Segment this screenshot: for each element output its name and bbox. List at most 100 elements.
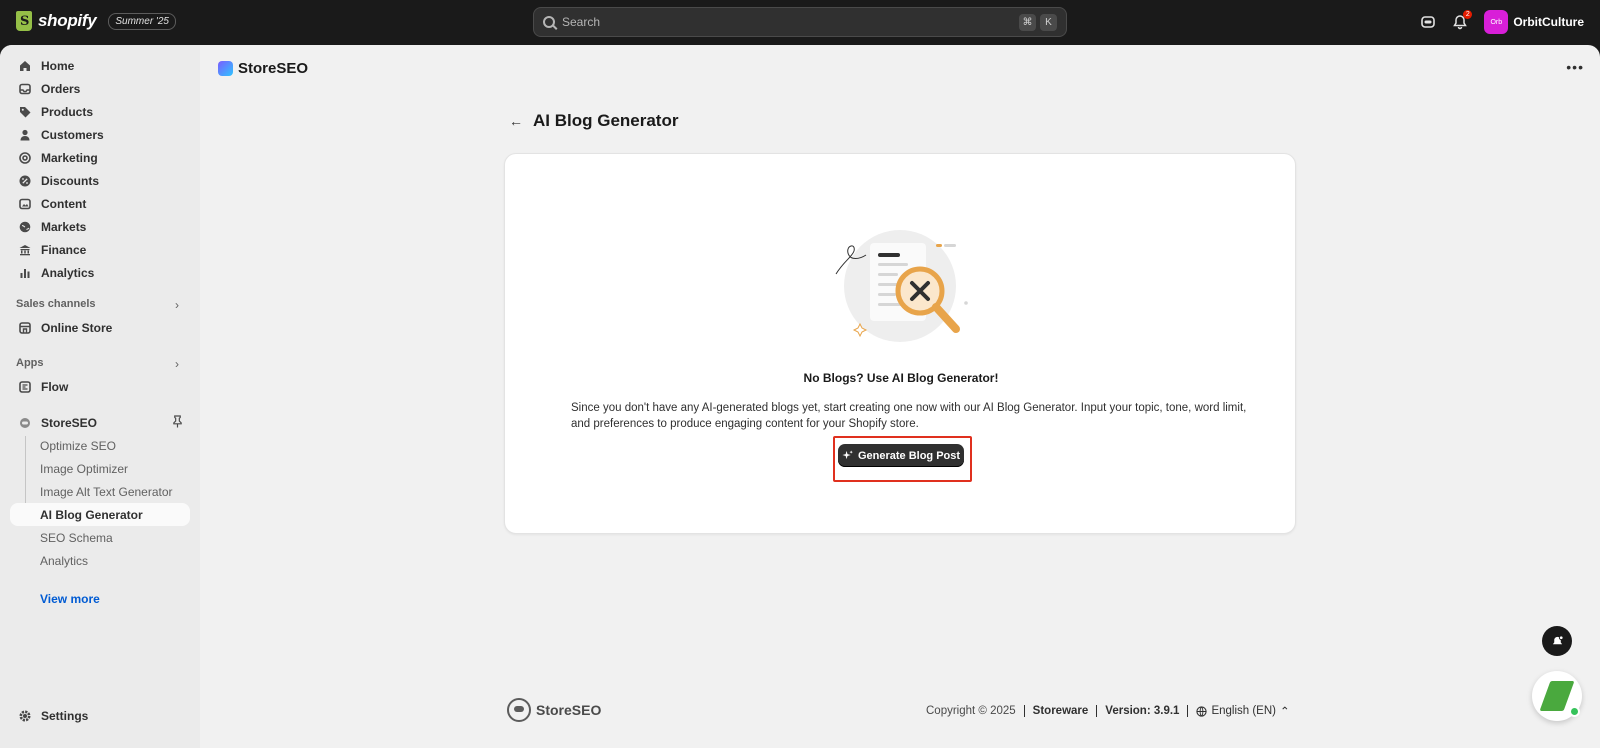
generate-button-label: Generate Blog Post bbox=[857, 449, 961, 462]
sidebar-item-label: Home bbox=[41, 58, 75, 73]
copyright-text: Copyright © 2025 bbox=[926, 705, 1016, 717]
sidebar-item-label: Finance bbox=[41, 242, 87, 257]
chevron-right-icon[interactable]: › bbox=[175, 298, 179, 312]
apps-heading[interactable]: Apps bbox=[16, 357, 44, 369]
sidebar-subitem-seo-schema[interactable]: SEO Schema bbox=[40, 531, 113, 545]
admin-frame: Home Orders Products Customers Marketing… bbox=[0, 45, 1600, 748]
pin-icon[interactable] bbox=[172, 415, 183, 431]
divider bbox=[1023, 705, 1025, 717]
sidebar-item-marketing[interactable]: Marketing bbox=[10, 146, 190, 169]
sidebar-item-products[interactable]: Products bbox=[10, 100, 190, 123]
chart-icon bbox=[20, 268, 30, 278]
sidebar-item-customers[interactable]: Customers bbox=[10, 123, 190, 146]
sidebar-item-orders[interactable]: Orders bbox=[10, 77, 190, 100]
sidebar: Home Orders Products Customers Marketing… bbox=[0, 45, 200, 748]
shopify-bag-icon bbox=[16, 11, 32, 31]
discount-icon bbox=[19, 175, 31, 186]
storeseo-logo-icon bbox=[218, 61, 233, 76]
no-results-illustration bbox=[835, 230, 968, 342]
store-name: OrbitCulture bbox=[1513, 15, 1584, 29]
sidebar-item-flow[interactable]: Flow bbox=[10, 375, 190, 398]
store-avatar: Orb bbox=[1484, 10, 1509, 34]
edition-badge[interactable]: Summer '25 bbox=[108, 12, 176, 30]
sidebar-item-online-store[interactable]: Online Store bbox=[10, 316, 190, 339]
chevron-right-icon[interactable]: › bbox=[175, 357, 179, 371]
generate-blog-post-button[interactable]: Generate Blog Post bbox=[838, 444, 964, 467]
shortcut-k-key: K bbox=[1040, 13, 1057, 31]
sidebar-item-label: Products bbox=[41, 104, 94, 119]
storeseo-app-icon bbox=[20, 417, 30, 428]
sidebar-item-discounts[interactable]: Discounts bbox=[10, 169, 190, 192]
notification-fab[interactable] bbox=[1542, 626, 1572, 656]
version-text: Version: 3.9.1 bbox=[1105, 705, 1180, 717]
sidebar-item-analytics[interactable]: Analytics bbox=[10, 261, 190, 284]
image-icon bbox=[19, 198, 31, 209]
top-right-actions: 2 Orb OrbitCulture bbox=[1420, 10, 1584, 34]
sidebar-subitem-optimize-seo[interactable]: Optimize SEO bbox=[40, 439, 116, 453]
page-title: AI Blog Generator bbox=[533, 111, 679, 130]
sidebar-item-label: StoreSEO bbox=[41, 415, 98, 430]
footer-storeseo-logo: StoreSEO bbox=[507, 698, 601, 722]
more-actions-icon[interactable]: ••• bbox=[1566, 59, 1584, 75]
tag-icon bbox=[20, 106, 31, 117]
top-bar: shopify Summer '25 Search ⌘ K 2 Orb Orbi… bbox=[0, 0, 1600, 45]
person-icon bbox=[20, 129, 30, 140]
empty-state-card: No Blogs? Use AI Blog Generator! Since y… bbox=[504, 153, 1296, 534]
online-status-dot bbox=[1569, 706, 1580, 717]
footer-logo-text: StoreSEO bbox=[536, 702, 602, 718]
view-more-link[interactable]: View more bbox=[40, 592, 100, 606]
sidebar-item-markets[interactable]: Markets bbox=[10, 215, 190, 238]
sales-channels-heading[interactable]: Sales channels bbox=[16, 298, 96, 310]
sidebar-item-label: Discounts bbox=[41, 173, 100, 188]
divider bbox=[1187, 705, 1189, 717]
chevron-up-icon: ⌃ bbox=[1280, 706, 1290, 718]
home-icon bbox=[20, 60, 30, 71]
chat-support-fab[interactable] bbox=[1532, 671, 1582, 721]
app-header: StoreSEO bbox=[218, 60, 308, 77]
sidebar-subitem-ai-blog-generator[interactable]: AI Blog Generator bbox=[10, 503, 190, 526]
bell-plus-icon bbox=[1552, 634, 1564, 644]
search-bar[interactable]: Search ⌘ K bbox=[533, 7, 1067, 37]
notification-count-badge: 2 bbox=[1463, 10, 1473, 19]
sidebar-item-label: Marketing bbox=[41, 150, 98, 165]
search-input[interactable]: Search bbox=[562, 15, 1015, 29]
sidebar-subitem-label: AI Blog Generator bbox=[40, 507, 143, 522]
store-menu[interactable]: Orb OrbitCulture bbox=[1484, 10, 1584, 34]
sidebar-item-label: Orders bbox=[41, 81, 81, 96]
divider bbox=[1096, 705, 1098, 717]
back-arrow-icon[interactable]: ← bbox=[509, 113, 523, 129]
sparkle-icon bbox=[842, 450, 853, 460]
sidebar-item-home[interactable]: Home bbox=[10, 54, 190, 77]
sidebar-item-label: Analytics bbox=[41, 265, 95, 280]
app-title: StoreSEO bbox=[238, 60, 309, 77]
shopify-logo[interactable]: shopify Summer '25 bbox=[16, 11, 176, 31]
sidebar-item-finance[interactable]: Finance bbox=[10, 238, 190, 261]
notifications-bell-icon[interactable]: 2 bbox=[1452, 10, 1473, 30]
gear-icon bbox=[19, 710, 31, 721]
sidebar-item-storeseo[interactable]: StoreSEO bbox=[10, 411, 190, 434]
storeseo-robot-icon bbox=[507, 698, 531, 722]
flow-icon bbox=[19, 380, 31, 393]
sidebar-subitem-image-alt-text-generator[interactable]: Image Alt Text Generator bbox=[40, 485, 173, 499]
empty-state-title: No Blogs? Use AI Blog Generator! bbox=[803, 371, 999, 385]
sidebar-item-label: Online Store bbox=[41, 320, 113, 335]
language-label: English (EN) bbox=[1211, 705, 1276, 717]
sidebar-item-label: Customers bbox=[41, 127, 104, 142]
brand-name: shopify bbox=[38, 11, 97, 30]
sidebar-item-label: Markets bbox=[41, 219, 87, 234]
sidebar-subitem-analytics[interactable]: Analytics bbox=[40, 554, 88, 568]
empty-state-description: Since you don't have any AI-generated bl… bbox=[571, 402, 1247, 430]
language-selector[interactable]: English (EN) ⌃ bbox=[1196, 704, 1290, 718]
target-icon bbox=[19, 151, 31, 164]
search-icon bbox=[543, 16, 555, 28]
sidebar-item-label: Flow bbox=[41, 379, 69, 394]
sidebar-item-settings[interactable]: Settings bbox=[10, 704, 190, 727]
sidebar-item-label: Settings bbox=[41, 708, 89, 723]
sidebar-subitem-image-optimizer[interactable]: Image Optimizer bbox=[40, 462, 128, 476]
company-link[interactable]: Storeware bbox=[1033, 705, 1089, 717]
sidebar-item-content[interactable]: Content bbox=[10, 192, 190, 215]
orders-icon bbox=[19, 83, 31, 94]
globe-icon bbox=[19, 221, 31, 232]
sidekick-icon[interactable] bbox=[1420, 14, 1436, 30]
shortcut-command-key: ⌘ bbox=[1019, 13, 1036, 31]
